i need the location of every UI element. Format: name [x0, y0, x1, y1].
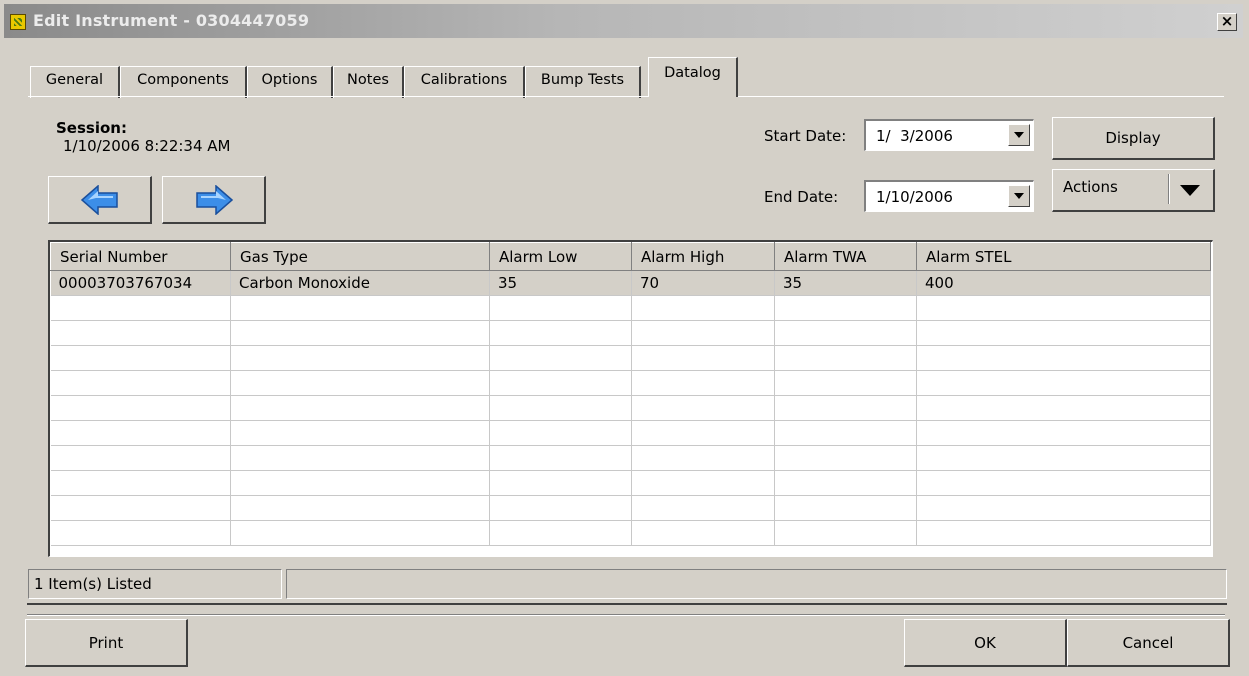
- empty-row: [50, 520, 1211, 546]
- empty-row: [50, 445, 1211, 471]
- start-date-value: 1/ 3/2006: [876, 127, 953, 145]
- empty-row: [50, 395, 1211, 421]
- tab-components[interactable]: Components: [120, 66, 247, 98]
- edit-instrument-window: Edit Instrument - 0304447059 × General C…: [0, 0, 1249, 676]
- ok-button[interactable]: OK: [904, 619, 1067, 667]
- chevron-down-icon: [1014, 132, 1024, 138]
- right-arrow-icon: [196, 185, 234, 215]
- column-header-alarm-low[interactable]: Alarm Low: [489, 242, 632, 271]
- end-date-value: 1/10/2006: [876, 188, 953, 206]
- session-value: 1/10/2006 8:22:34 AM: [63, 137, 231, 155]
- divider: [27, 614, 1225, 616]
- datalog-grid[interactable]: Serial Number Gas Type Alarm Low Alarm H…: [48, 240, 1213, 557]
- next-session-button[interactable]: [162, 176, 266, 224]
- tab-label: Calibrations: [420, 72, 508, 88]
- empty-row: [50, 370, 1211, 396]
- column-header-serial-number[interactable]: Serial Number: [50, 242, 231, 271]
- table-row[interactable]: 00003703767034 Carbon Monoxide 35 70 35 …: [50, 270, 1211, 296]
- tab-label: Datalog: [664, 65, 721, 81]
- start-date-label: Start Date:: [764, 127, 847, 145]
- tab-notes[interactable]: Notes: [333, 66, 404, 98]
- tab-options[interactable]: Options: [247, 66, 333, 98]
- cancel-button[interactable]: Cancel: [1067, 619, 1230, 667]
- column-header-alarm-stel[interactable]: Alarm STEL: [916, 242, 1211, 271]
- cell-serial-number: 00003703767034: [50, 270, 231, 296]
- cell-alarm-stel: 400: [916, 270, 1211, 296]
- empty-row: [50, 495, 1211, 521]
- chevron-down-icon[interactable]: [1180, 185, 1200, 196]
- title-bar[interactable]: Edit Instrument - 0304447059 ×: [4, 4, 1243, 38]
- actions-label: Actions: [1063, 178, 1118, 196]
- end-date-picker[interactable]: 1/10/2006: [864, 180, 1034, 212]
- empty-row: [50, 470, 1211, 496]
- empty-row: [50, 420, 1211, 446]
- cell-alarm-twa: 35: [774, 270, 917, 296]
- end-date-label: End Date:: [764, 188, 839, 206]
- actions-button[interactable]: Actions: [1052, 169, 1215, 212]
- tab-bump-tests[interactable]: Bump Tests: [525, 66, 641, 98]
- tab-label: Notes: [347, 72, 389, 88]
- tab-calibrations[interactable]: Calibrations: [404, 66, 525, 98]
- items-listed-status: 1 Item(s) Listed: [28, 569, 282, 599]
- tab-datalog[interactable]: Datalog: [648, 57, 738, 97]
- tab-label: Bump Tests: [540, 72, 625, 88]
- tab-label: Options: [261, 72, 318, 88]
- datalog-table: Serial Number Gas Type Alarm Low Alarm H…: [50, 242, 1211, 546]
- divider: [27, 603, 1227, 605]
- previous-session-button[interactable]: [48, 176, 152, 224]
- left-arrow-icon: [80, 185, 118, 215]
- empty-row: [50, 320, 1211, 346]
- start-date-dropdown-button[interactable]: [1008, 124, 1030, 146]
- display-button[interactable]: Display: [1052, 117, 1215, 160]
- empty-row: [50, 295, 1211, 321]
- cell-alarm-low: 35: [489, 270, 632, 296]
- instrument-app-icon: [10, 14, 26, 30]
- column-header-gas-type[interactable]: Gas Type: [230, 242, 490, 271]
- column-header-alarm-twa[interactable]: Alarm TWA: [774, 242, 917, 271]
- tab-panel-top-edge: [28, 96, 1224, 97]
- session-label: Session:: [56, 119, 127, 137]
- status-panel-secondary: [286, 569, 1227, 599]
- close-button[interactable]: ×: [1217, 13, 1237, 31]
- window-title: Edit Instrument - 0304447059: [33, 11, 310, 30]
- cell-alarm-high: 70: [631, 270, 775, 296]
- table-header-row: Serial Number Gas Type Alarm Low Alarm H…: [50, 242, 1211, 271]
- start-date-picker[interactable]: 1/ 3/2006: [864, 119, 1034, 151]
- tab-general[interactable]: General: [30, 66, 120, 98]
- empty-row: [50, 345, 1211, 371]
- actions-divider: [1168, 174, 1170, 204]
- tab-label: Components: [137, 72, 229, 88]
- column-header-alarm-high[interactable]: Alarm High: [631, 242, 775, 271]
- end-date-dropdown-button[interactable]: [1008, 185, 1030, 207]
- tab-label: General: [45, 72, 104, 88]
- print-button[interactable]: Print: [25, 619, 188, 667]
- chevron-down-icon: [1014, 193, 1024, 199]
- cell-gas-type: Carbon Monoxide: [230, 270, 490, 296]
